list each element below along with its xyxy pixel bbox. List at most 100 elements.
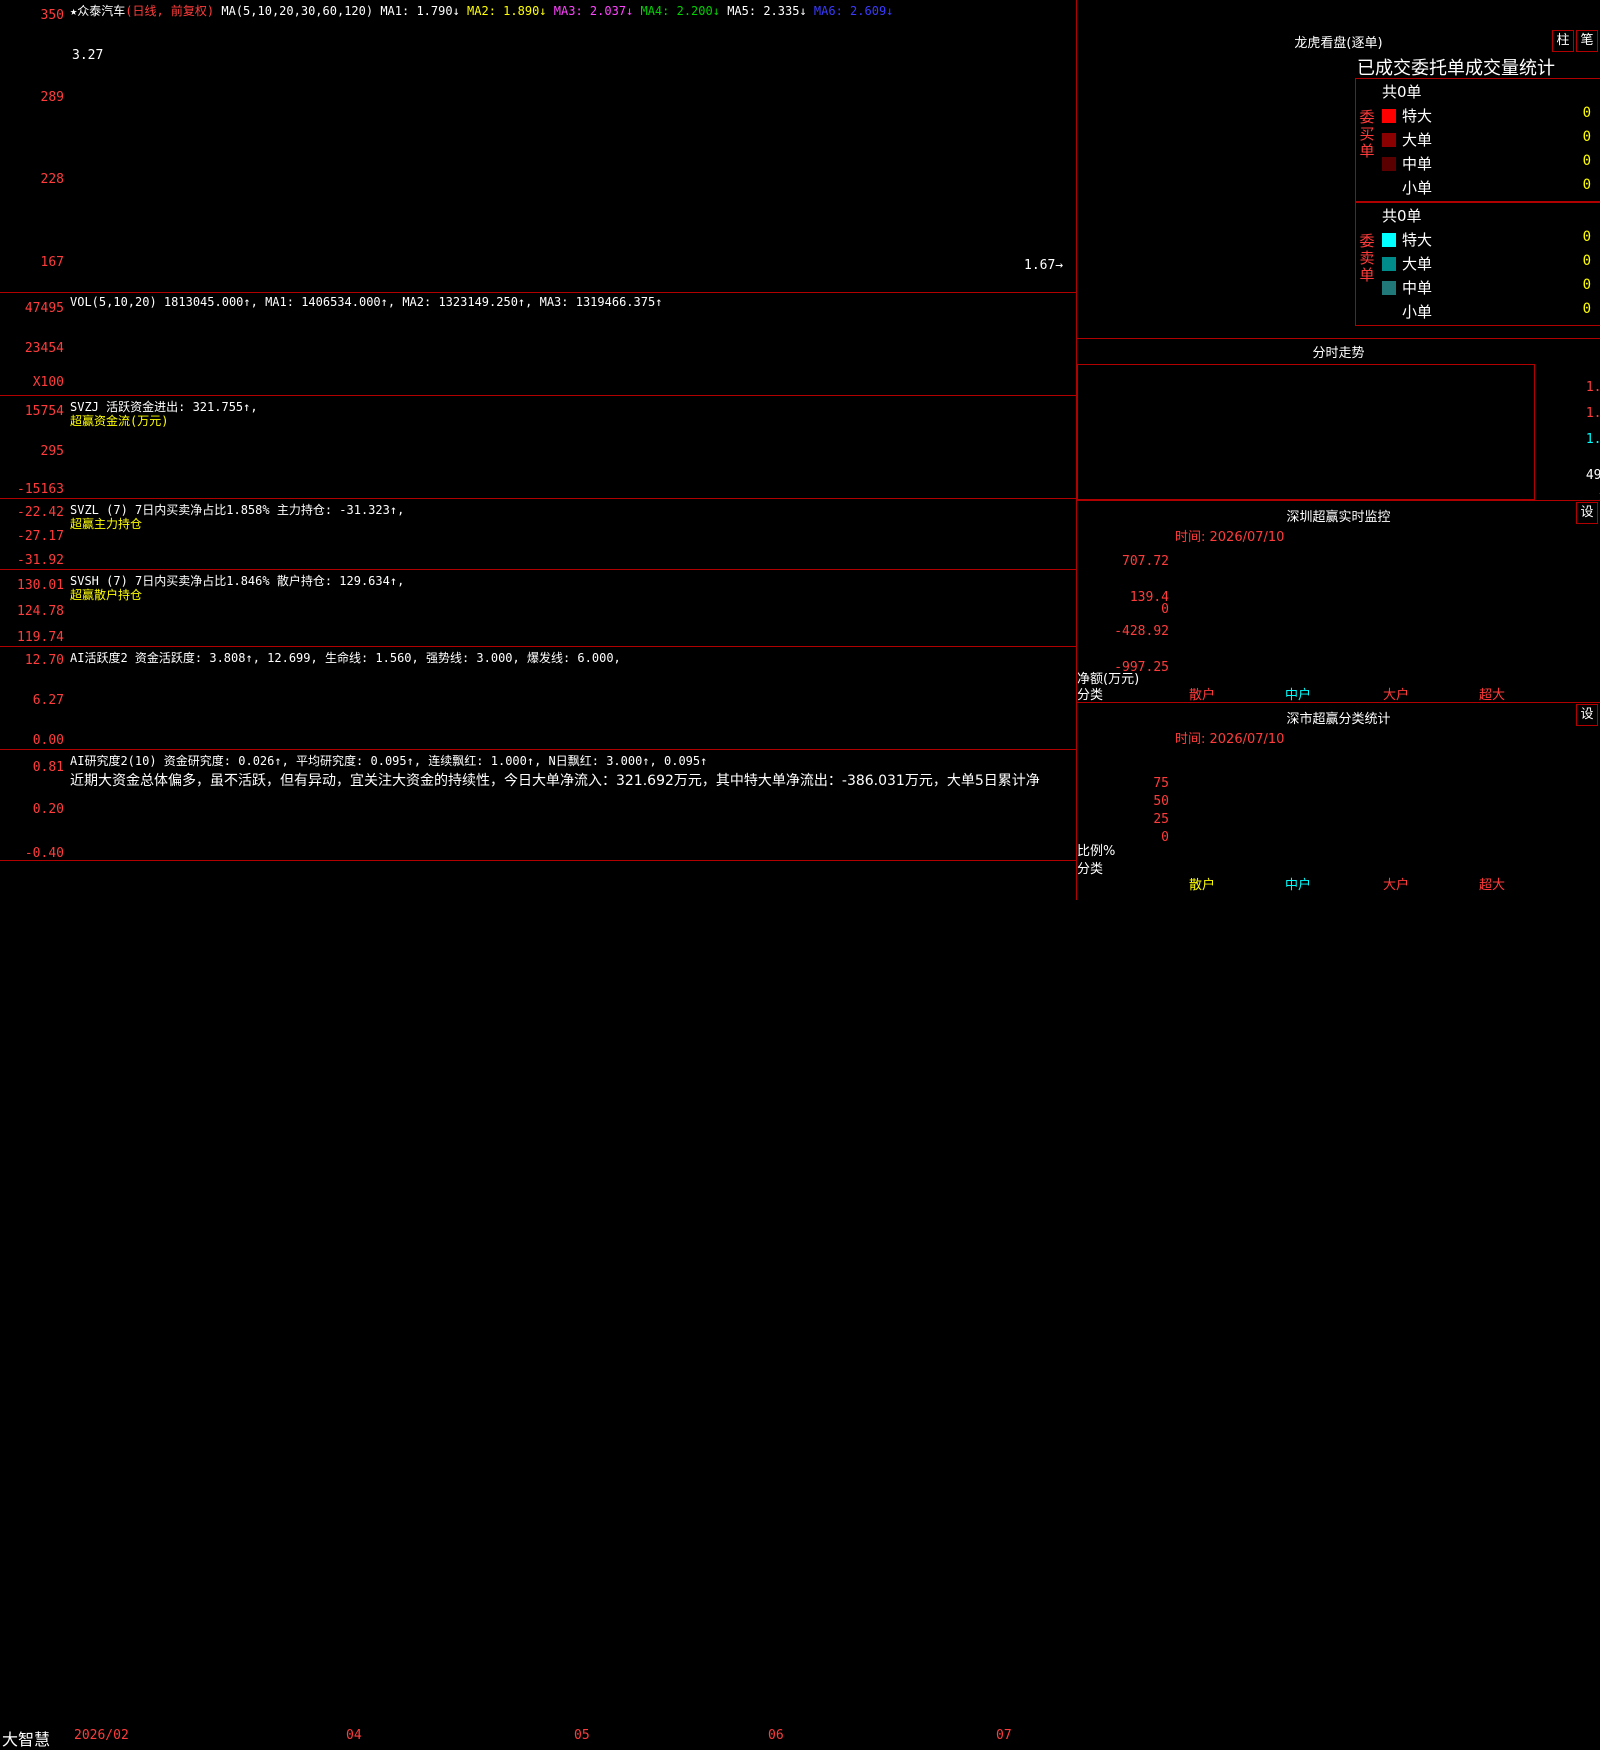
sell-orders-section: 委卖单 共0单 特大00% 大单00% 中单00% 小单00% bbox=[1355, 202, 1600, 326]
row-name: 大单 bbox=[1402, 255, 1433, 273]
color-swatch-icon bbox=[1382, 133, 1396, 147]
sz-monitor-category: 中户 bbox=[1285, 688, 1312, 703]
sz-class-title: 深市超赢分类统计 bbox=[1286, 712, 1391, 727]
left-chart-area: ★众泰汽车(日线, 前复权) MA(5,10,20,30,60,120) MA1… bbox=[0, 0, 1076, 1749]
color-swatch-icon bbox=[1382, 305, 1396, 319]
date-axis: 大智慧 2026/02 04 05 06 07 bbox=[0, 862, 1076, 1749]
svzj-pane[interactable]: SVZJ 活跃资金进出: 321.755↑, 超赢资金流(万元) 15754 2… bbox=[0, 396, 1076, 499]
sz-monitor-time: 时间: 2026/07/10 bbox=[1175, 530, 1285, 545]
row-name: 特大 bbox=[1402, 107, 1433, 125]
sz-class-category: 超大 bbox=[1479, 878, 1506, 893]
divider bbox=[1077, 702, 1600, 703]
color-swatch-icon bbox=[1382, 233, 1396, 247]
kline-pane[interactable]: ★众泰汽车(日线, 前复权) MA(5,10,20,30,60,120) MA1… bbox=[0, 0, 1076, 293]
fenshi-y-label: 1.645 bbox=[1585, 432, 1600, 447]
kline-y-label: 289 bbox=[40, 90, 64, 105]
svzj-sub: 超赢资金流(万元) bbox=[70, 414, 169, 428]
ai-active-pane[interactable]: AI活跃度2 资金活跃度: 3.808↑, 12.699, 生命线: 1.560… bbox=[0, 647, 1076, 750]
svsh-canvas[interactable] bbox=[68, 602, 1074, 644]
sz-class-y-label: 25 bbox=[1153, 812, 1169, 827]
sz-class-chart[interactable] bbox=[1175, 750, 1595, 846]
sz-monitor-y-label: -428.92 bbox=[1114, 624, 1169, 639]
sell-total: 共0单 bbox=[1382, 207, 1422, 225]
row-value: 0 bbox=[1582, 229, 1591, 245]
svzj-y-label: 295 bbox=[40, 444, 64, 459]
date-tick: 06 bbox=[768, 1728, 784, 1743]
svsh-y-label: 124.78 bbox=[17, 604, 64, 619]
ai-research-yaxis: 0.81 0.20 -0.40 bbox=[0, 750, 66, 861]
color-swatch-icon bbox=[1382, 109, 1396, 123]
fenshi-chart[interactable] bbox=[1077, 364, 1535, 500]
svzj-canvas[interactable] bbox=[68, 428, 1074, 496]
vol-yaxis: 47495 23454 X100 bbox=[0, 293, 66, 395]
tick-mode-button[interactable]: 笔 bbox=[1576, 30, 1598, 52]
sz-monitor-title: 深圳超赢实时监控 bbox=[1286, 510, 1391, 525]
row-value: 0 bbox=[1582, 105, 1591, 121]
color-swatch-icon bbox=[1382, 157, 1396, 171]
row-name: 小单 bbox=[1402, 179, 1433, 197]
ai-research-header: AI研究度2(10) 资金研究度: 0.026↑, 平均研究度: 0.095↑,… bbox=[70, 754, 708, 768]
fenshi-y-label: 1.775 bbox=[1585, 380, 1600, 395]
fenshi-y-label: 1.710 bbox=[1585, 406, 1600, 421]
ai-active-canvas[interactable] bbox=[68, 665, 1074, 747]
date-tick: 05 bbox=[574, 1728, 590, 1743]
vol-canvas[interactable] bbox=[68, 311, 1074, 393]
ma5-value: MA5: 2.335↓ bbox=[727, 4, 807, 18]
ai-research-canvas[interactable] bbox=[68, 790, 1074, 858]
sz-monitor-chart[interactable] bbox=[1175, 548, 1595, 688]
sz-monitor-cat-title: 分类 bbox=[1077, 688, 1104, 703]
ai-research-pane[interactable]: AI研究度2(10) 资金研究度: 0.026↑, 平均研究度: 0.095↑,… bbox=[0, 750, 1076, 861]
svzl-y-label: -31.92 bbox=[17, 553, 64, 568]
svsh-y-label: 119.74 bbox=[17, 630, 64, 645]
ai-active-header: AI活跃度2 资金活跃度: 3.808↑, 12.699, 生命线: 1.560… bbox=[70, 651, 621, 665]
row-name: 中单 bbox=[1402, 155, 1433, 173]
sell-row: 特大00% bbox=[1382, 229, 1600, 251]
ma3-value: MA3: 2.037↓ bbox=[553, 4, 634, 18]
kline-y-label: 228 bbox=[40, 172, 64, 187]
row-value: 0 bbox=[1582, 277, 1591, 293]
sz-class-cat-title: 分类 bbox=[1077, 862, 1104, 877]
kline-canvas[interactable]: 3.27 1.67→ bbox=[68, 18, 1074, 290]
longhu-title: 龙虎看盘(逐单) bbox=[1294, 36, 1383, 51]
bar-mode-button[interactable]: 柱 bbox=[1552, 30, 1574, 52]
vol-y-label: X100 bbox=[32, 375, 64, 390]
sz-class-settings-button[interactable]: 设 bbox=[1576, 704, 1598, 726]
sz-monitor-category: 超大 bbox=[1479, 688, 1506, 703]
svzl-pane[interactable]: SVZL (7) 7日内买卖净占比1.858% 主力持仓: -31.323↑, … bbox=[0, 499, 1076, 570]
kline-y-label: 167 bbox=[40, 255, 64, 270]
divider bbox=[1077, 338, 1600, 339]
date-tick: 2026/02 bbox=[74, 1728, 129, 1743]
vol-header: VOL(5,10,20) 1813045.000↑, MA1: 1406534.… bbox=[70, 295, 663, 309]
vol-y-label: 23454 bbox=[24, 341, 64, 356]
fenshi-title: 分时走势 bbox=[1312, 346, 1365, 361]
ma-header: MA(5,10,20,30,60,120) bbox=[221, 4, 374, 18]
svzj-y-label: -15163 bbox=[17, 482, 64, 497]
ai-research-y-label: 0.20 bbox=[32, 802, 64, 817]
kline-y-label: 350 bbox=[40, 8, 64, 23]
svzl-sub: 超赢主力持仓 bbox=[70, 517, 143, 531]
sz-class-y-label: 50 bbox=[1153, 794, 1169, 809]
date-tick: 07 bbox=[996, 1728, 1012, 1743]
svsh-y-label: 130.01 bbox=[17, 578, 64, 593]
svzl-yaxis: -22.42 -27.17 -31.92 bbox=[0, 499, 66, 569]
svzl-y-label: -22.42 bbox=[17, 505, 64, 520]
vol-pane[interactable]: VOL(5,10,20) 1813045.000↑, MA1: 1406534.… bbox=[0, 293, 1076, 396]
ai-active-y-label: 0.00 bbox=[32, 733, 64, 748]
buy-side-label: 委买单 bbox=[1359, 108, 1375, 160]
sz-monitor-settings-button[interactable]: 设 bbox=[1576, 502, 1598, 524]
ai-research-y-label: 0.81 bbox=[32, 760, 64, 775]
row-name: 小单 bbox=[1402, 303, 1433, 321]
row-value: 0 bbox=[1582, 129, 1591, 145]
low-marker: 1.67→ bbox=[1024, 258, 1064, 273]
row-name: 特大 bbox=[1402, 231, 1433, 249]
sz-monitor-category: 大户 bbox=[1383, 688, 1410, 703]
svsh-pane[interactable]: SVSH (7) 7日内买卖净占比1.846% 散户持仓: 129.634↑, … bbox=[0, 570, 1076, 647]
right-panel: 龙虎看盘(逐单) 柱 笔 已成交委托单成交量统计 委买单 共0单 特大00% 大… bbox=[1077, 0, 1600, 900]
svzj-y-label: 15754 bbox=[24, 404, 64, 419]
date-tick: 04 bbox=[346, 1728, 362, 1743]
sz-class-time: 时间: 2026/07/10 bbox=[1175, 732, 1285, 747]
brand-logo: 大智慧 bbox=[2, 1730, 51, 1749]
buy-row: 小单00% bbox=[1382, 177, 1600, 199]
svzl-canvas[interactable] bbox=[68, 531, 1074, 567]
period-label: (日线, 前复权) bbox=[125, 4, 215, 18]
